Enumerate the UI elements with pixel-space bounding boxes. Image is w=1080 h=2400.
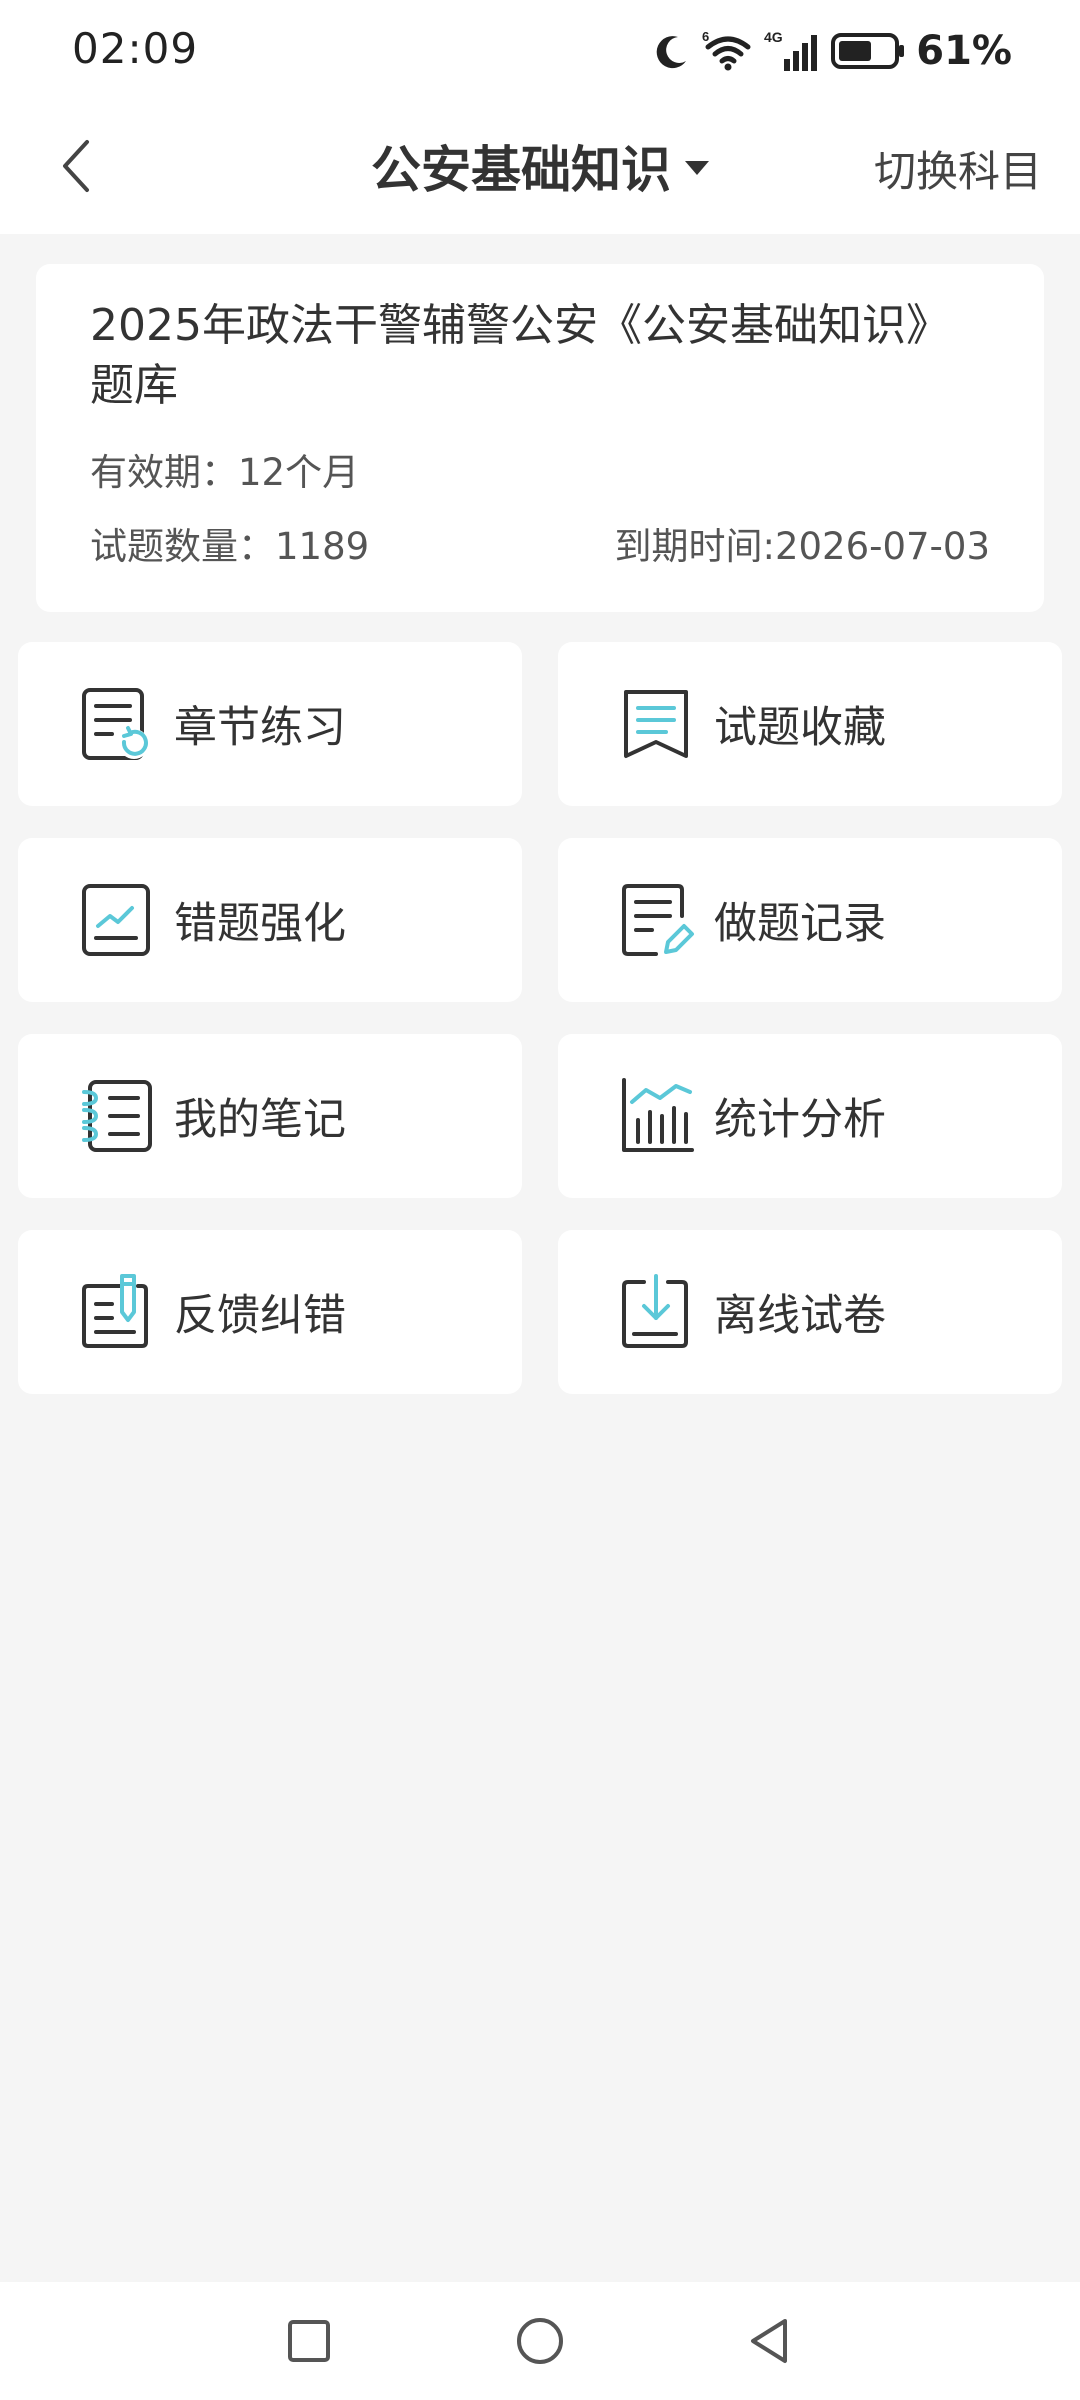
status-icons: 6 4G 61%	[652, 24, 1012, 78]
battery-percent: 61%	[916, 28, 1012, 74]
expire-date: 到期时间:2026-07-03	[614, 525, 991, 568]
chapter-practice-icon	[76, 684, 156, 764]
menu-wrong-question-review[interactable]: 错题强化	[18, 838, 522, 1002]
menu-offline-papers[interactable]: 离线试卷	[558, 1230, 1062, 1394]
svg-text:4G: 4G	[764, 29, 783, 45]
menu-label: 试题收藏	[714, 703, 886, 753]
bookmark-icon	[616, 684, 696, 764]
download-icon	[616, 1272, 696, 1352]
menu-question-favorites[interactable]: 试题收藏	[558, 642, 1062, 806]
system-back-button[interactable]	[733, 2304, 807, 2378]
wrong-question-chart-icon	[76, 880, 156, 960]
validity-period: 有效期：12个月	[90, 451, 360, 494]
system-nav-bar	[0, 2282, 1080, 2400]
status-time: 02:09	[72, 24, 199, 73]
menu-label: 离线试卷	[714, 1291, 886, 1341]
question-count: 试题数量：1189	[90, 525, 370, 568]
svg-text:6: 6	[702, 29, 709, 44]
battery-icon	[830, 31, 906, 71]
menu-label: 我的笔记	[174, 1095, 346, 1145]
recent-apps-square-icon	[288, 2320, 330, 2362]
home-button[interactable]	[503, 2304, 577, 2378]
switch-subject-button[interactable]: 切换科目	[874, 138, 1042, 199]
menu-feedback[interactable]: 反馈纠错	[18, 1230, 522, 1394]
menu-chapter-practice[interactable]: 章节练习	[18, 642, 522, 806]
menu-practice-record[interactable]: 做题记录	[558, 838, 1062, 1002]
menu-label: 做题记录	[714, 899, 886, 949]
menu-label: 章节练习	[174, 703, 346, 753]
record-edit-icon	[616, 880, 696, 960]
bar-chart-icon	[616, 1076, 696, 1156]
top-nav-bar: 公安基础知识 切换科目	[0, 100, 1080, 234]
notebook-icon	[76, 1076, 156, 1156]
menu-statistics[interactable]: 统计分析	[558, 1034, 1062, 1198]
menu-label: 错题强化	[174, 899, 346, 949]
back-triangle-icon	[751, 2319, 787, 2363]
moon-icon	[652, 31, 692, 71]
home-circle-icon	[517, 2318, 563, 2364]
question-bank-info-card: 2025年政法干警辅警公安《公安基础知识》题库 有效期：12个月 试题数量：11…	[36, 264, 1044, 612]
signal-icon: 4G	[764, 29, 820, 73]
question-bank-title: 2025年政法干警辅警公安《公安基础知识》题库	[90, 300, 950, 411]
page-title: 公安基础知识	[371, 141, 671, 199]
status-bar: 02:09 6 4G 61%	[0, 0, 1080, 100]
menu-label: 统计分析	[714, 1095, 886, 1145]
caret-down-icon	[685, 161, 709, 175]
wifi-icon: 6	[702, 29, 754, 73]
feature-menu-grid: 章节练习 试题收藏 错题强化 做题记录 我的笔记 统计分析 反馈纠错 离线试卷	[18, 642, 1062, 1394]
recent-apps-button[interactable]	[272, 2304, 346, 2378]
menu-my-notes[interactable]: 我的笔记	[18, 1034, 522, 1198]
menu-label: 反馈纠错	[174, 1291, 346, 1341]
feedback-pen-icon	[76, 1272, 156, 1352]
